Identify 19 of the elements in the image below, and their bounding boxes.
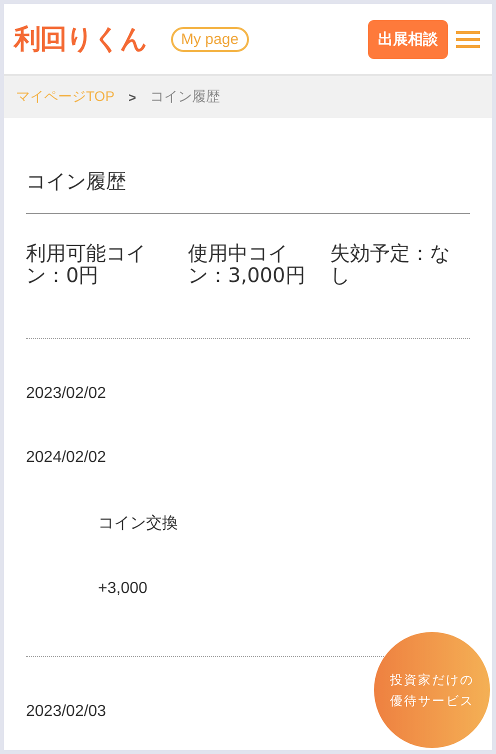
my-page-link[interactable]: My page: [171, 26, 249, 52]
coin-summary: 利用可能コイン：0円: [26, 242, 147, 286]
breadcrumb-link[interactable]: マイページTOP: [16, 88, 115, 106]
badge-text: 優待サービス: [390, 692, 474, 710]
coin-summary: 使用中コイン：3,000円: [188, 242, 306, 286]
consult-button[interactable]: 出展相談: [368, 20, 448, 58]
breadcrumb-current: コイン履歴: [150, 88, 220, 106]
history-date: 2024/02/02: [26, 449, 108, 467]
history-date: 2023/02/03: [26, 703, 108, 721]
menu-icon[interactable]: [456, 29, 480, 49]
coin-summary: 失効予定：なし: [330, 242, 451, 286]
page-title: コイン履歴: [26, 168, 470, 214]
history-amount: +3,000: [98, 580, 148, 598]
badge-text: 投資家だけの: [390, 671, 474, 689]
service-badge[interactable]: 投資家だけの 優待サービス: [374, 632, 490, 748]
logo[interactable]: 利回りくん: [14, 21, 147, 57]
history-type: コイン交換: [98, 514, 179, 534]
history-date: 2023/02/02: [26, 385, 108, 403]
breadcrumb-separator: >: [128, 90, 136, 104]
